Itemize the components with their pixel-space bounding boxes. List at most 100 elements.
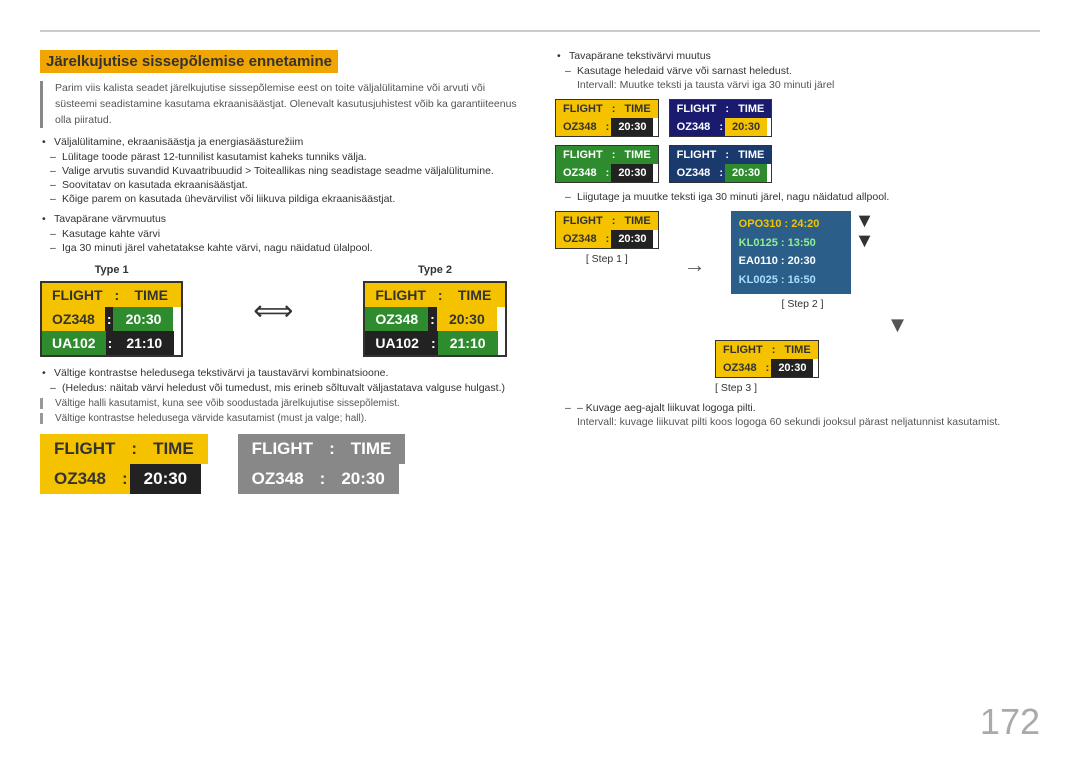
type2-r1c1: OZ348 [365, 307, 428, 331]
step2-line4: KL0025 : 16:50 [739, 271, 843, 290]
s1-h1: FLIGHT [556, 212, 610, 230]
dash-item-1-4: Kõige parem on kasutada ühevärvilist või… [40, 193, 525, 205]
step2-line2: KL0125 : 13:50 [739, 234, 843, 253]
s3-hc: : [770, 341, 778, 359]
down-arrow-2-icon: ▼ [855, 231, 875, 251]
gray-v-colon: : [318, 464, 328, 494]
type2-header-row: FLIGHT : TIME [365, 283, 504, 307]
gray-r1: OZ348 [238, 464, 318, 494]
mb1-h2: TIME [617, 100, 657, 118]
type2-board: FLIGHT : TIME OZ348 : 20:30 UA102 : [363, 281, 506, 357]
mb3-h2: TIME [617, 146, 657, 164]
step3-board: FLIGHT : TIME OZ348 : 20:30 [715, 340, 819, 378]
mini-board-3: FLIGHT : TIME OZ348 : 20:30 [555, 145, 659, 183]
intro-text: Parim viis kalista seadet järelkujutise … [40, 81, 525, 128]
type2-h2: TIME [445, 283, 505, 307]
type1-h2: TIME [121, 283, 181, 307]
dash-item-1-1: Lülitage toode pärast 12-tunnilist kasut… [40, 151, 525, 163]
steps-row-1-2: FLIGHT : TIME OZ348 : 20:30 [ Step 1 ] [555, 211, 1040, 310]
black-board: FLIGHT : TIME OZ348 : 20:30 [40, 434, 208, 494]
mb1-vc: : [604, 118, 612, 136]
black-h1: FLIGHT [40, 434, 129, 464]
mb4-vc: : [717, 164, 725, 182]
gray-h-colon: : [327, 434, 337, 464]
gray-row: OZ348 : 20:30 [238, 464, 406, 494]
top-divider [40, 30, 1040, 32]
s1-h2: TIME [617, 212, 657, 230]
mb2-h2: TIME [731, 100, 771, 118]
type2-row2: UA102 : 21:10 [365, 331, 504, 355]
bottom-gray-board: FLIGHT : TIME OZ348 : 20:30 [238, 434, 406, 494]
type1-h-colon: : [113, 283, 122, 307]
step1-val: OZ348 : 20:30 [556, 230, 658, 248]
s1-v1: OZ348 [556, 230, 604, 248]
type2-block: Type 2 FLIGHT : TIME OZ348 : 20:30 [363, 264, 506, 357]
black-h2: TIME [139, 434, 208, 464]
type1-block: Type 1 FLIGHT : TIME OZ348 : 20:30 [40, 264, 183, 357]
mini-board-2: FLIGHT : TIME OZ348 : 20:30 [669, 99, 773, 137]
bullet-section-2: Tavapärane värvmuutus Kasutage kahte vär… [40, 213, 525, 254]
type1-board: FLIGHT : TIME OZ348 : 20:30 UA102 [40, 281, 183, 357]
s1-hc: : [610, 212, 618, 230]
bullet-section-1: Väljalülitamine, ekraanisäästja ja energ… [40, 136, 525, 205]
type1-r2-colon: : [106, 331, 115, 355]
mini-board-1-val: OZ348 : 20:30 [556, 118, 658, 136]
swap-arrow-icon: ⟺ [253, 294, 293, 327]
bullet-item-2: Tavapärane värvmuutus [40, 213, 525, 225]
type2-h-colon: : [436, 283, 445, 307]
gray-h1: FLIGHT [238, 434, 327, 464]
type1-header-row: FLIGHT : TIME [42, 283, 181, 307]
mb4-h2: TIME [731, 146, 771, 164]
dash-item-2-2: Iga 30 minuti järel vahetatakse kahte vä… [40, 242, 525, 254]
right-interval-1: Intervall: Muutke teksti ja tausta värvi… [555, 79, 1040, 91]
step1-block: FLIGHT : TIME OZ348 : 20:30 [ Step 1 ] [555, 211, 659, 265]
step2-label: [ Step 2 ] [782, 298, 824, 310]
warning-1: Vältige kontrastse heledusega tekstivärv… [40, 367, 525, 379]
s3-h1: FLIGHT [716, 341, 770, 359]
type1-r1c2: 20:30 [113, 307, 173, 331]
page: Järelkujutise sissepõlemise ennetamine P… [0, 0, 1080, 763]
mb3-v1: OZ348 [556, 164, 604, 182]
step3-header: FLIGHT : TIME [716, 341, 818, 359]
mb4-v2: 20:30 [725, 164, 767, 182]
step3-block: FLIGHT : TIME OZ348 : 20:30 [ Step 3 ] [715, 340, 1040, 394]
mb3-vc: : [604, 164, 612, 182]
gray-board: FLIGHT : TIME OZ348 : 20:30 [238, 434, 406, 494]
right-column: Tavapärane tekstivärvi muutus Kasutage h… [555, 50, 1040, 733]
dash-item-2-1: Kasutage kahte värvi [40, 228, 525, 240]
mb4-h1: FLIGHT [670, 146, 724, 164]
left-column: Järelkujutise sissepõlemise ennetamine P… [40, 50, 525, 733]
step3-val: OZ348 : 20:30 [716, 359, 818, 377]
mb3-hc: : [610, 146, 618, 164]
step2-board: OPO310 : 24:20 KL0125 : 13:50 EA0110 : 2… [731, 211, 851, 294]
type1-r2c1: UA102 [42, 331, 106, 355]
type1-row2: UA102 : 21:10 [42, 331, 181, 355]
type1-r2c2: 21:10 [114, 331, 174, 355]
bullet-item-1: Väljalülitamine, ekraanisäästja ja energ… [40, 136, 525, 148]
step2-line1: OPO310 : 24:20 [739, 215, 843, 234]
black-row: OZ348 : 20:30 [40, 464, 208, 494]
type1-r1-colon: : [105, 307, 114, 331]
mb4-v1: OZ348 [670, 164, 718, 182]
black-h-colon: : [129, 434, 139, 464]
mb2-vc: : [717, 118, 725, 136]
mb3-h1: FLIGHT [556, 146, 610, 164]
step1-header: FLIGHT : TIME [556, 212, 658, 230]
gray-header: FLIGHT : TIME [238, 434, 406, 464]
mb1-v1: OZ348 [556, 118, 604, 136]
right-dash-2: Liigutage ja muutke teksti iga 30 minuti… [555, 191, 1040, 203]
mini-board-4: FLIGHT : TIME OZ348 : 20:30 [669, 145, 773, 183]
mb3-v2: 20:30 [611, 164, 653, 182]
warning-1-sub: (Heledus: näitab värvi heledust või tume… [40, 382, 525, 394]
mini-board-2-val: OZ348 : 20:30 [670, 118, 772, 136]
type2-label: Type 2 [363, 264, 506, 276]
black-v-colon: : [120, 464, 130, 494]
step2-line3: EA0110 : 20:30 [739, 252, 843, 271]
bottom-black-board: FLIGHT : TIME OZ348 : 20:30 [40, 434, 208, 494]
s3-v1: OZ348 [716, 359, 764, 377]
section-title: Järelkujutise sissepõlemise ennetamine [40, 50, 338, 73]
mb4-hc: : [723, 146, 731, 164]
mini-board-2-header: FLIGHT : TIME [670, 100, 772, 118]
mini-board-3-val: OZ348 : 20:30 [556, 164, 658, 182]
mb1-h1: FLIGHT [556, 100, 610, 118]
